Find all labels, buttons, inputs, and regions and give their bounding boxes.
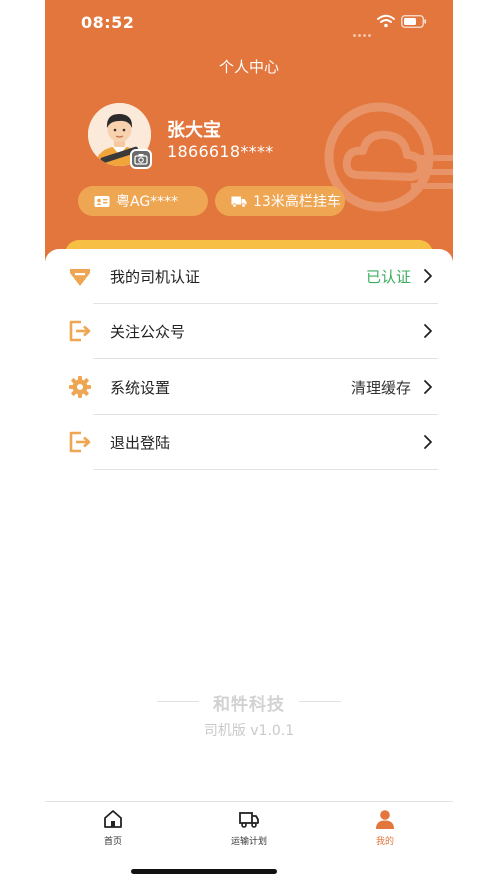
verified-badge-icon [70,269,90,286]
profile-header: 08:52 个人中心 张大宝 1866618**** 粤AG**** 13米高栏… [45,0,453,270]
wifi-icon [377,14,395,28]
battery-icon [401,15,427,28]
home-icon [104,810,122,828]
tab-label: 首页 [103,837,122,847]
truck-icon [231,196,247,208]
menu-label: 系统设置 [110,379,171,397]
divider [93,358,438,359]
menu-label: 退出登陆 [110,434,171,452]
camera-icon [134,154,148,165]
signal-icon [353,22,375,37]
tab-bar: 首页 运输计划 我的 [45,801,453,857]
page-title: 个人中心 [218,58,279,76]
tab-label: 我的 [375,837,394,847]
status-bar: 08:52 [45,0,453,44]
app-screen: 08:52 个人中心 张大宝 1866618**** 粤AG**** 13米高栏… [45,0,453,883]
menu-card: 我的司机认证 已认证 关注公众号 系统设置 清理缓存 退出登陆 [45,249,453,509]
user-name: 张大宝 [167,120,221,141]
tab-label: 运输计划 [230,837,267,847]
vehicle-tag: 13米高栏挂车 [215,186,345,216]
brand-name: 和牪科技 [213,695,285,715]
tab-home[interactable]: 首页 [58,808,168,847]
menu-label: 关注公众号 [110,323,186,341]
vehicle-type: 13米高栏挂车 [253,194,341,210]
status-time: 08:52 [81,13,135,32]
app-version: 司机版 v1.0.1 [203,723,295,739]
user-icon [376,810,394,829]
home-indicator [131,869,277,874]
menu-item-system-settings[interactable]: 系统设置 清理缓存 [45,360,453,415]
chevron-right-icon [424,435,432,449]
tab-mine[interactable]: 我的 [330,808,440,847]
chevron-right-icon [424,269,432,283]
chevron-right-icon [424,380,432,394]
footer-brand: 和牪科技 [45,690,453,715]
menu-item-follow-official-account[interactable]: 关注公众号 [45,304,453,359]
plate-tag: 粤AG**** [78,186,208,216]
camera-button[interactable] [130,149,152,169]
menu-item-driver-certification[interactable]: 我的司机认证 已认证 [45,249,453,304]
plate-number: 粤AG**** [116,194,179,210]
truck-icon [239,812,259,828]
tab-transport-plan[interactable]: 运输计划 [194,808,304,847]
user-phone: 1866618**** [167,142,274,161]
divider [157,701,199,702]
gear-icon [69,376,91,398]
chevron-right-icon [424,324,432,338]
divider [299,701,341,702]
id-card-icon [94,195,110,207]
exit-icon [69,320,91,342]
exit-icon [69,431,91,453]
certification-status: 已认证 [365,268,411,286]
divider [93,469,438,470]
menu-label: 我的司机认证 [110,268,201,286]
menu-item-logout[interactable]: 退出登陆 [45,415,453,470]
clear-cache-button[interactable]: 清理缓存 [351,377,411,398]
